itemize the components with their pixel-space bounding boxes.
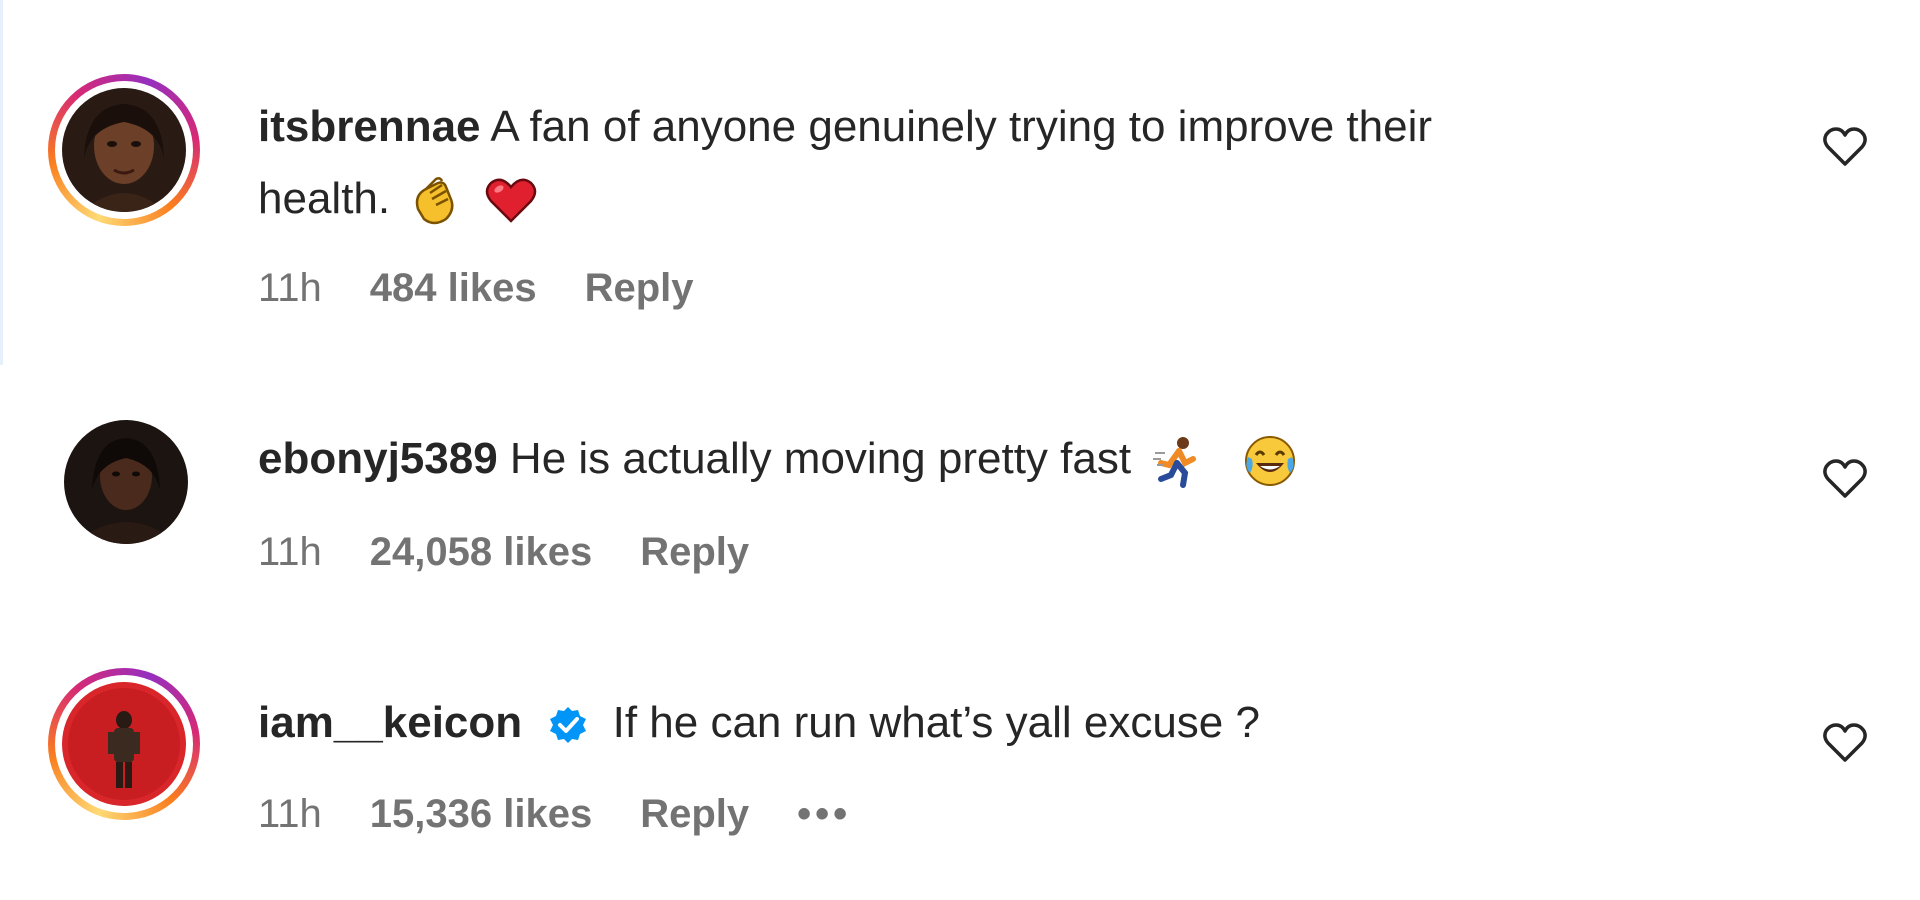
comment-body-continued: health. xyxy=(258,174,391,223)
comment-time: 11h xyxy=(258,530,322,574)
comment-time: 11h xyxy=(258,266,322,310)
comment-text: iam__keicon If he can run what’s yall ex… xyxy=(258,688,1260,758)
avatar-image xyxy=(62,88,186,212)
face-with-tears-of-joy-emoji xyxy=(1244,436,1295,487)
person-running-emoji xyxy=(1153,437,1197,489)
heart-outline-icon[interactable] xyxy=(1822,722,1868,764)
comment-meta: 11h 24,058 likes Reply xyxy=(258,530,797,575)
comment-meta: 11h 15,336 likes Reply ••• xyxy=(258,792,899,837)
comment-username[interactable]: iam__keicon xyxy=(258,698,522,747)
reply-button[interactable]: Reply xyxy=(585,266,694,311)
avatar[interactable] xyxy=(64,420,188,544)
comment-username[interactable]: ebonyj5389 xyxy=(258,434,498,483)
comment-likes[interactable]: 24,058 likes xyxy=(370,530,592,575)
reply-button[interactable]: Reply xyxy=(640,530,749,575)
verified-badge-icon xyxy=(550,707,587,744)
comment-body: He is actually moving pretty fast xyxy=(509,434,1132,483)
comment-likes[interactable]: 15,336 likes xyxy=(370,792,592,837)
left-edge-accent xyxy=(0,0,3,365)
comment-body: If he can run what’s yall excuse ? xyxy=(612,698,1260,747)
avatar-story-ring[interactable] xyxy=(48,668,200,820)
heart-outline-icon[interactable] xyxy=(1822,126,1868,168)
comment-text: itsbrennae A fan of anyone genuinely try… xyxy=(258,92,1432,162)
comment-time: 11h xyxy=(258,792,322,836)
comment-body: A fan of anyone genuinely trying to impr… xyxy=(490,102,1432,151)
heart-outline-icon[interactable] xyxy=(1822,458,1868,500)
avatar[interactable] xyxy=(62,682,186,806)
avatar-image xyxy=(64,420,188,544)
comment-meta: 11h 484 likes Reply xyxy=(258,266,742,311)
comment-username[interactable]: itsbrennae xyxy=(258,102,481,151)
red-heart-emoji xyxy=(485,178,536,224)
more-options-icon[interactable]: ••• xyxy=(797,792,851,837)
comment-text: ebonyj5389 He is actually moving pretty … xyxy=(258,424,1298,494)
comment-text-continued: health. xyxy=(258,164,539,234)
clapping-hands-emoji xyxy=(416,177,454,225)
reply-button[interactable]: Reply xyxy=(640,792,749,837)
avatar-image xyxy=(62,682,186,806)
avatar-story-ring[interactable] xyxy=(48,74,200,226)
comment-likes[interactable]: 484 likes xyxy=(370,266,537,311)
avatar[interactable] xyxy=(62,88,186,212)
